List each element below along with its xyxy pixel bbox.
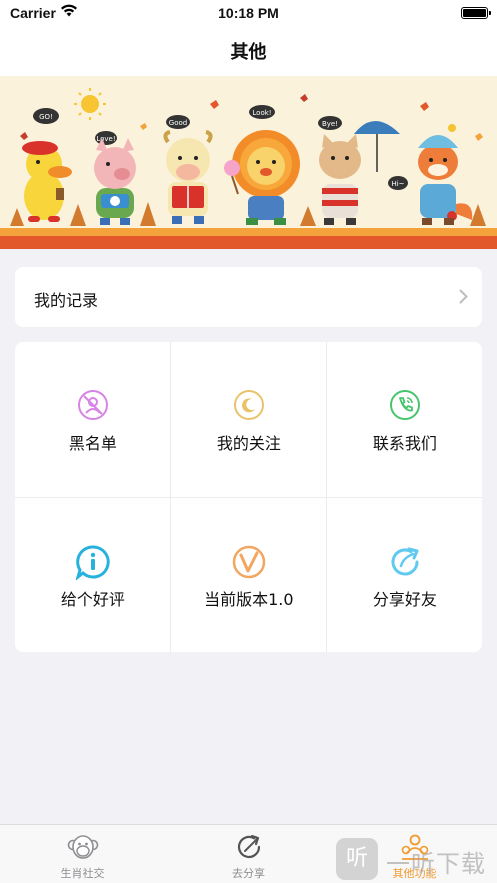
phone-icon — [389, 389, 421, 425]
svg-text:GO!: GO! — [39, 113, 53, 121]
blacklist-button[interactable]: 黑名单 — [15, 342, 171, 497]
monkey-icon — [67, 833, 99, 865]
moon-follow-icon — [233, 389, 265, 425]
svg-text:Bye!: Bye! — [322, 120, 338, 128]
my-records-row[interactable]: 我的记录 — [15, 267, 482, 327]
my-follows-label: 我的关注 — [216, 434, 281, 453]
banner-illustration: GO! Love! Good Look! Bye! Hi~ — [0, 76, 497, 249]
svg-text:Look!: Look! — [252, 109, 271, 117]
contact-us-button[interactable]: 联系我们 — [327, 342, 482, 497]
chevron-right-icon — [459, 289, 468, 308]
svg-text:Love!: Love! — [96, 135, 115, 143]
share-friends-label: 分享好友 — [372, 590, 437, 609]
version-button[interactable]: 当前版本1.0 — [171, 498, 327, 652]
blacklist-label: 黑名单 — [68, 434, 117, 453]
tab-zodiac-social-label: 生肖社交 — [60, 867, 105, 880]
share-friends-button[interactable]: 分享好友 — [327, 498, 482, 652]
contact-us-label: 联系我们 — [372, 434, 437, 453]
tab-zodiac-social[interactable]: 生肖社交 — [0, 825, 165, 883]
navigation-bar: 其他 — [0, 26, 497, 76]
watermark-logo: 听 — [336, 838, 378, 880]
tab-share[interactable]: 去分享 — [166, 825, 331, 883]
share-icon — [235, 833, 263, 865]
my-records-label: 我的记录 — [34, 291, 99, 310]
share-arrow-icon — [387, 544, 423, 584]
my-follows-button[interactable]: 我的关注 — [171, 342, 327, 497]
blocked-user-icon — [77, 389, 109, 425]
rate-app-button[interactable]: 给个好评 — [15, 498, 171, 652]
svg-text:Hi~: Hi~ — [391, 180, 404, 188]
status-time: 10:18 PM — [218, 5, 279, 21]
status-bar: Carrier 10:18 PM — [0, 0, 497, 26]
svg-text:Good: Good — [169, 119, 187, 127]
battery-icon — [461, 7, 491, 19]
version-label: 当前版本1.0 — [204, 590, 294, 609]
tab-share-label: 去分享 — [232, 867, 265, 880]
rate-app-label: 给个好评 — [60, 590, 125, 609]
watermark-text: 一听下载 — [386, 850, 486, 878]
function-grid: 黑名单 我的关注 联系我们 给个好评 当前版本1.0 分享好友 — [15, 342, 482, 652]
version-v-icon — [231, 544, 267, 584]
watermark: 听 一听下载 — [336, 838, 496, 882]
page-title: 其他 — [230, 42, 267, 63]
info-bubble-icon — [75, 544, 111, 584]
